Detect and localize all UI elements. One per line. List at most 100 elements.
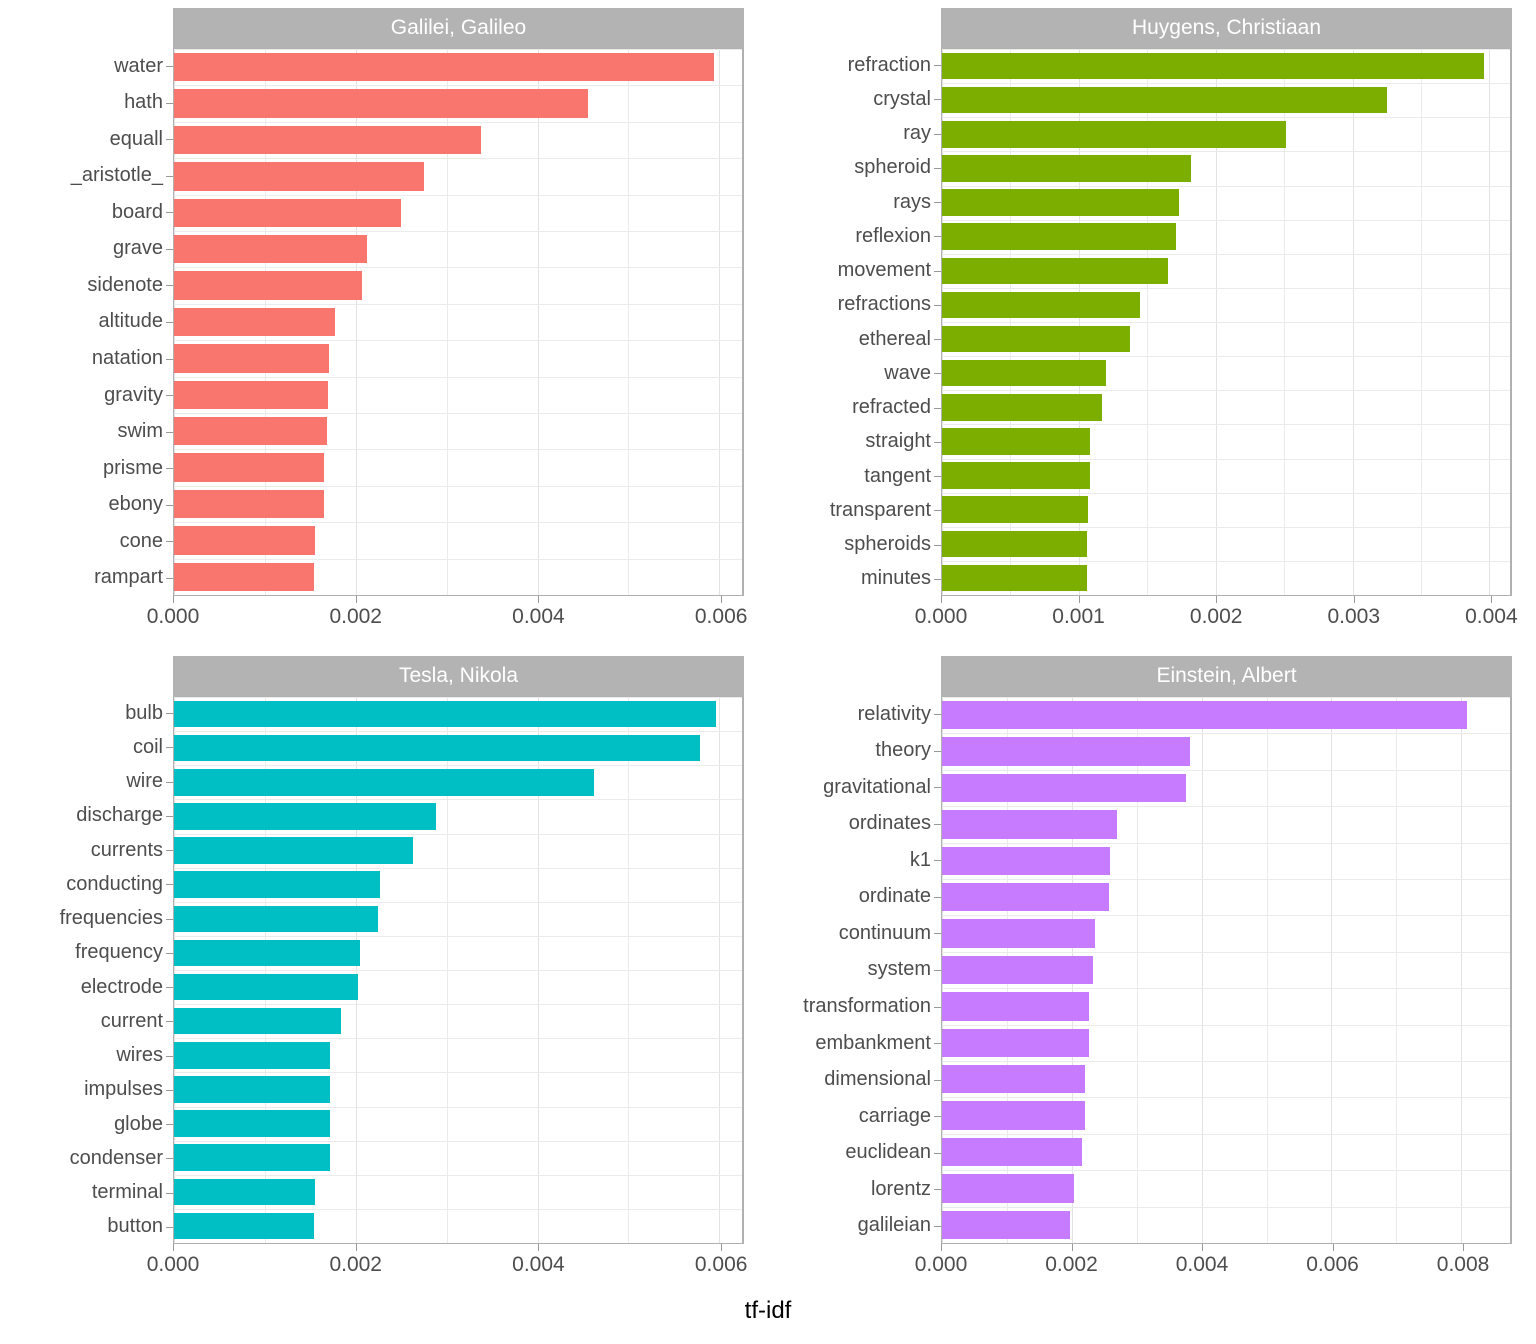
plot-area xyxy=(173,696,744,1244)
y-axis-tick-label: spheroid xyxy=(776,151,941,185)
y-axis-tick-label: gravitational xyxy=(776,769,941,806)
facet-panel: Einstein, Albert relativity theory gravitat… xyxy=(768,648,1536,1296)
bar-row xyxy=(942,1170,1510,1206)
bar xyxy=(942,846,1111,876)
x-axis-tick xyxy=(173,596,174,603)
bar-row xyxy=(174,1038,742,1072)
bar-row xyxy=(942,83,1510,117)
bar xyxy=(942,701,1467,730)
x-axis: 0.000 0.002 0.004 0.006 xyxy=(147,1244,747,1292)
bar-row xyxy=(942,988,1510,1024)
x-axis-title: tf-idf xyxy=(744,1297,792,1324)
bar xyxy=(174,417,327,446)
y-axis-tick-label: board xyxy=(8,194,173,231)
bar xyxy=(942,1210,1070,1240)
bar-row xyxy=(942,561,1510,595)
y-axis-tick-label: prisme xyxy=(8,450,173,487)
x-axis-tick xyxy=(1353,596,1355,603)
bar xyxy=(174,198,402,228)
bar-row xyxy=(942,806,1510,842)
bar-row xyxy=(174,1141,742,1175)
bar-series xyxy=(942,697,1510,1243)
bar xyxy=(174,89,588,118)
x-axis-tick-label: 0.004 xyxy=(1465,605,1518,628)
x-axis-tick xyxy=(1463,1244,1465,1251)
x-axis-tick xyxy=(355,596,357,603)
y-axis-tick-label: transparent xyxy=(776,493,941,527)
bar-row xyxy=(174,340,742,376)
bar-row xyxy=(174,267,742,303)
y-axis-tick-label: _aristotle_ xyxy=(8,158,173,195)
bar xyxy=(174,344,330,373)
bar xyxy=(174,1144,331,1171)
bar xyxy=(942,1028,1089,1058)
facet-panel: Huygens, Christiaan refraction crystal ray s… xyxy=(768,0,1536,648)
bar xyxy=(174,380,329,410)
facet-panel: Tesla, Nikola bulb coil wire discharge curren… xyxy=(0,648,768,1296)
y-axis-tick-label: refraction xyxy=(776,48,941,82)
x-axis-tick-label: 0.004 xyxy=(512,1253,565,1276)
bar-row xyxy=(942,915,1510,951)
y-axis-tick-label: bulb xyxy=(8,696,173,730)
bar-row xyxy=(174,49,742,85)
y-axis-tick-labels: bulb coil wire discharge currents conducting f… xyxy=(8,696,173,1244)
bar xyxy=(174,1076,331,1103)
bar xyxy=(174,734,701,762)
bar xyxy=(942,810,1118,839)
bar xyxy=(942,428,1090,455)
x-axis-tick xyxy=(721,596,723,603)
y-axis-tick-label: ray xyxy=(776,117,941,151)
bar-row xyxy=(174,195,742,231)
bar-row xyxy=(174,559,742,595)
x-axis-tick-label: 0.003 xyxy=(1327,605,1381,628)
y-axis-tick-label: theory xyxy=(776,733,941,770)
bar xyxy=(942,773,1187,803)
y-axis-tick-label: embankment xyxy=(776,1025,941,1062)
bar xyxy=(942,1065,1085,1094)
bar xyxy=(942,155,1192,182)
bar xyxy=(174,125,482,155)
y-axis-tick-label: straight xyxy=(776,425,941,459)
y-axis-tick-label: refractions xyxy=(776,288,941,322)
y-axis-tick-label: water xyxy=(8,48,173,85)
bar xyxy=(174,562,314,592)
bar-row xyxy=(942,1207,1510,1243)
bar xyxy=(942,919,1095,948)
y-axis-tick-label: transformation xyxy=(776,988,941,1025)
y-axis-tick-label: lorentz xyxy=(776,1171,941,1208)
y-axis-tick-label: impulses xyxy=(8,1073,173,1107)
bar-row xyxy=(942,527,1510,561)
x-axis-tick xyxy=(941,596,942,603)
y-axis-tick-label: gravity xyxy=(8,377,173,414)
bar-series xyxy=(174,49,742,595)
x-axis-tick xyxy=(173,1244,174,1251)
bar xyxy=(174,1110,331,1137)
bar xyxy=(174,53,714,82)
y-axis-tick-label: hath xyxy=(8,85,173,122)
bar-row xyxy=(174,449,742,485)
bar xyxy=(942,1101,1085,1130)
bar-row xyxy=(174,697,742,731)
y-axis-tick-label: ordinates xyxy=(776,806,941,843)
plot-area xyxy=(941,696,1512,1244)
bar-row xyxy=(174,799,742,833)
bar xyxy=(174,307,335,337)
bar xyxy=(174,1212,314,1240)
bar-row xyxy=(174,936,742,970)
bar xyxy=(942,394,1103,421)
bar xyxy=(174,769,594,796)
bar xyxy=(942,530,1088,558)
bar-row xyxy=(174,304,742,340)
bar-row xyxy=(942,424,1510,458)
x-axis-tick-label: 0.000 xyxy=(914,1253,968,1276)
bar-row xyxy=(174,1175,742,1209)
bar-row xyxy=(942,151,1510,185)
y-axis-tick-label: movement xyxy=(776,254,941,288)
plot-area xyxy=(941,48,1512,596)
bar-row xyxy=(942,186,1510,220)
bar xyxy=(942,1174,1074,1203)
y-axis-tick-label: equall xyxy=(8,121,173,158)
y-axis-tick-label: carriage xyxy=(776,1098,941,1135)
bar xyxy=(942,462,1090,489)
y-axis-tick-label: k1 xyxy=(776,842,941,879)
